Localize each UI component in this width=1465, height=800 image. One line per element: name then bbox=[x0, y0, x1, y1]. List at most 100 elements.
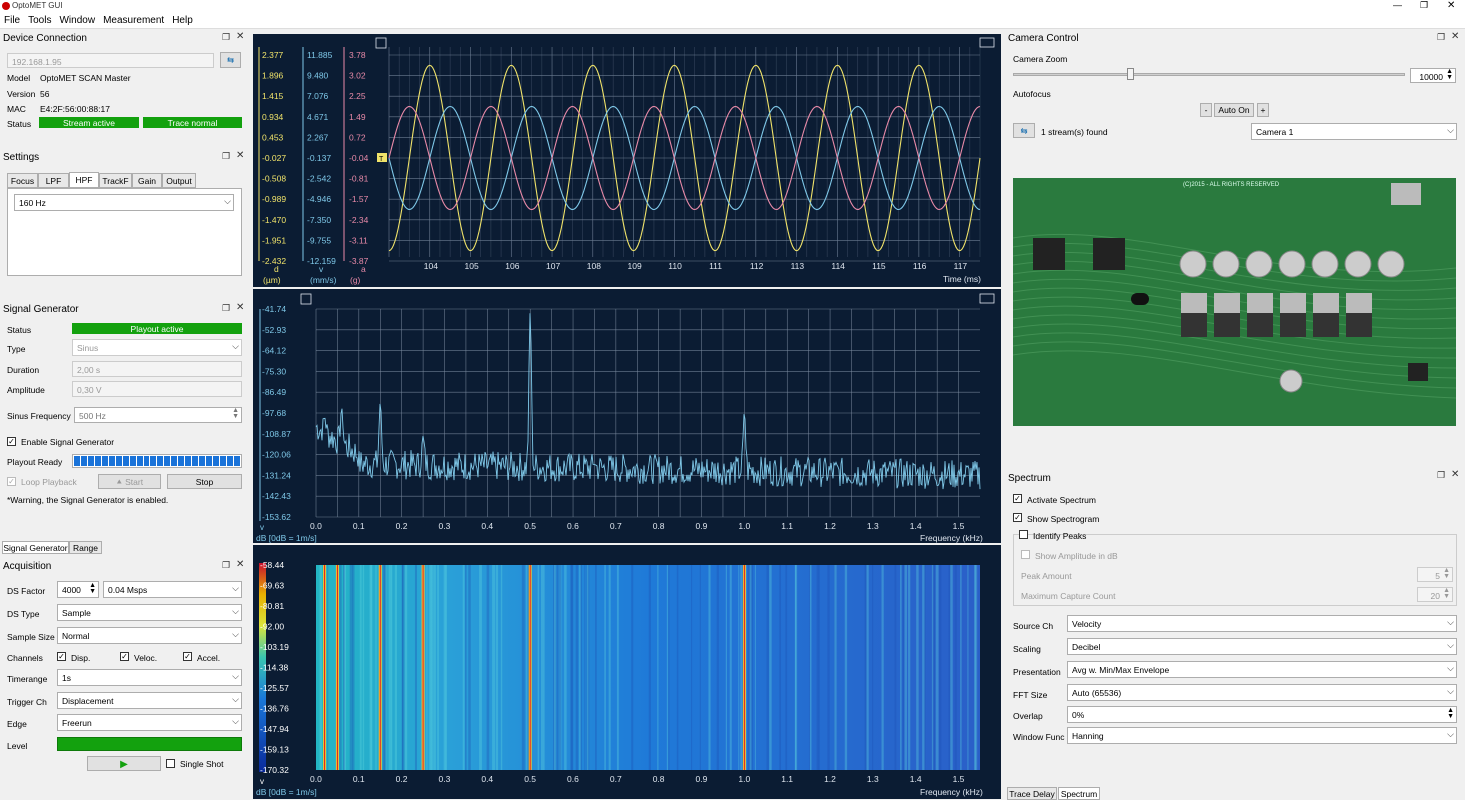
type-select[interactable]: Sinus ⌵ bbox=[72, 339, 242, 356]
close-panel-icon[interactable]: ✕ bbox=[236, 559, 244, 570]
float-icon[interactable]: ❐ bbox=[222, 303, 230, 314]
level-bar[interactable] bbox=[57, 737, 242, 751]
tab-focus[interactable]: Focus bbox=[7, 173, 38, 188]
max-capture-spinbox[interactable]: 20 ▲ ▼ bbox=[1417, 587, 1453, 602]
zoom-slider-handle[interactable] bbox=[1126, 68, 1134, 80]
tab-hpf[interactable]: HPF bbox=[69, 172, 99, 188]
window-func-select[interactable]: Hanning ⌵ bbox=[1067, 727, 1457, 744]
pcb-capacitor bbox=[1212, 250, 1240, 278]
refresh-streams-button[interactable]: ⇆ bbox=[1013, 123, 1035, 138]
pcb-chip bbox=[1408, 363, 1428, 381]
spectrogram-streak bbox=[779, 565, 782, 770]
mac-label: MAC bbox=[7, 104, 26, 114]
zoom-slider-track[interactable] bbox=[1013, 73, 1405, 76]
tab-lpf[interactable]: LPF bbox=[38, 173, 69, 188]
panel-title: Settings bbox=[3, 152, 40, 163]
auto-on-button[interactable]: Auto On bbox=[1214, 103, 1254, 117]
tab-gain[interactable]: Gain bbox=[132, 173, 162, 188]
playout-ready-label: Playout Ready bbox=[7, 457, 63, 467]
spectrogram-streak bbox=[954, 565, 957, 770]
disp-checkbox[interactable]: ✓ bbox=[57, 652, 66, 661]
y-tick-label: -9.755 bbox=[307, 235, 331, 245]
accel-checkbox[interactable]: ✓ bbox=[183, 652, 192, 661]
pcb-heatsink bbox=[1214, 293, 1240, 313]
veloc-checkbox[interactable]: ✓ bbox=[120, 652, 129, 661]
ip-input[interactable]: 192.168.1.95 bbox=[7, 53, 214, 68]
activate-spectrum-checkbox[interactable]: ✓ bbox=[1013, 494, 1022, 503]
sample-size-select[interactable]: Normal ⌵ bbox=[57, 627, 242, 644]
enable-siggen-checkbox[interactable]: ✓ bbox=[7, 437, 16, 446]
float-icon[interactable]: ❐ bbox=[222, 32, 230, 43]
menu-window[interactable]: Window bbox=[55, 13, 99, 28]
single-shot-checkbox[interactable] bbox=[166, 759, 175, 768]
x-tick-label: 0.4 bbox=[481, 521, 493, 531]
spectrogram-streak bbox=[844, 565, 848, 770]
close-panel-icon[interactable]: ✕ bbox=[236, 31, 244, 42]
edge-select[interactable]: Freerun ⌵ bbox=[57, 714, 242, 731]
restore-icon[interactable]: ❐ bbox=[1420, 0, 1428, 11]
spectrogram-streak bbox=[900, 565, 902, 770]
ds-type-select[interactable]: Sample ⌵ bbox=[57, 604, 242, 621]
tab-trace-delay[interactable]: Trace Delay bbox=[1007, 787, 1057, 800]
pcb-capacitor bbox=[1311, 250, 1339, 278]
menu-file[interactable]: File bbox=[0, 13, 24, 28]
stop-button[interactable]: Stop bbox=[167, 474, 242, 489]
start-button[interactable]: ⯅ Start bbox=[98, 474, 161, 489]
zoom-spinbox[interactable]: 10000 ▲ ▼ bbox=[1410, 68, 1456, 83]
source-select[interactable]: Velocity ⌵ bbox=[1067, 615, 1457, 632]
progress-segment bbox=[143, 456, 150, 466]
spectrogram-streak bbox=[908, 565, 911, 770]
tab-trackf[interactable]: TrackF bbox=[99, 173, 132, 188]
spectrogram-streak bbox=[521, 565, 525, 770]
duration-spinbox[interactable]: 2,00 s bbox=[72, 361, 242, 377]
panel-title: Device Connection bbox=[3, 33, 87, 44]
fft-size-select[interactable]: Auto (65536) ⌵ bbox=[1067, 684, 1457, 701]
close-panel-icon[interactable]: ✕ bbox=[1451, 469, 1459, 480]
menu-help[interactable]: Help bbox=[168, 13, 197, 28]
timerange-select[interactable]: 1s ⌵ bbox=[57, 669, 242, 686]
amplitude-spinbox[interactable]: 0,30 V bbox=[72, 381, 242, 397]
focus-minus-button[interactable]: - bbox=[1200, 103, 1212, 117]
float-icon[interactable]: ❐ bbox=[222, 560, 230, 571]
tab-output[interactable]: Output bbox=[162, 173, 196, 188]
axis-name: v bbox=[260, 523, 264, 532]
pcb-mosfet bbox=[1346, 313, 1372, 337]
show-spectrogram-label: Show Spectrogram bbox=[1027, 514, 1100, 524]
overlap-spinbox[interactable]: 0% ▲ ▼ bbox=[1067, 706, 1457, 723]
close-panel-icon[interactable]: ✕ bbox=[1451, 31, 1459, 42]
ds-factor-spinbox[interactable]: 4000 ▲ ▼ bbox=[57, 581, 99, 598]
connect-button[interactable]: ⇆ bbox=[220, 52, 241, 68]
frequency-spinbox[interactable]: 500 Hz ▲ ▼ bbox=[74, 407, 242, 423]
focus-plus-button[interactable]: + bbox=[1257, 103, 1269, 117]
ds-rate-select[interactable]: 0.04 Msps ⌵ bbox=[103, 581, 242, 598]
menu-measurement[interactable]: Measurement bbox=[99, 13, 168, 28]
level-label: Level bbox=[7, 741, 28, 751]
show-amp-checkbox[interactable] bbox=[1021, 550, 1030, 559]
tab-spectrum[interactable]: Spectrum bbox=[1058, 787, 1100, 800]
menu-tools[interactable]: Tools bbox=[24, 13, 55, 28]
float-icon[interactable]: ❐ bbox=[1437, 32, 1445, 43]
loop-playback-checkbox[interactable]: ✓ bbox=[7, 477, 16, 486]
presentation-select[interactable]: Avg w. Min/Max Envelope ⌵ bbox=[1067, 661, 1457, 678]
peak-amount-spinbox[interactable]: 5 ▲ ▼ bbox=[1417, 567, 1453, 582]
float-icon[interactable]: ❐ bbox=[222, 151, 230, 162]
run-button[interactable]: ▶ bbox=[87, 756, 161, 771]
float-icon[interactable]: ❐ bbox=[1437, 470, 1445, 481]
x-tick-label: 1.4 bbox=[910, 521, 922, 531]
minimize-icon[interactable]: — bbox=[1393, 0, 1402, 10]
trigger-value: Displacement bbox=[62, 696, 114, 706]
x-tick-label: 1.1 bbox=[781, 774, 793, 784]
close-panel-icon[interactable]: ✕ bbox=[236, 150, 244, 161]
hpf-select[interactable]: 160 Hz ⌵ bbox=[14, 194, 234, 211]
show-spectrogram-checkbox[interactable]: ✓ bbox=[1013, 513, 1022, 522]
scaling-select[interactable]: Decibel ⌵ bbox=[1067, 638, 1457, 655]
camera-select[interactable]: Camera 1 ⌵ bbox=[1251, 123, 1457, 140]
pcb-capacitor bbox=[1344, 250, 1372, 278]
trigger-select[interactable]: Displacement ⌵ bbox=[57, 692, 242, 709]
tab-signal-generator[interactable]: Signal Generator bbox=[2, 541, 69, 554]
tab-range[interactable]: Range bbox=[69, 541, 102, 554]
close-icon[interactable]: ✕ bbox=[1447, 0, 1455, 11]
close-panel-icon[interactable]: ✕ bbox=[236, 302, 244, 313]
x-tick-label: 0.8 bbox=[653, 521, 665, 531]
identify-peaks-checkbox[interactable] bbox=[1019, 530, 1028, 539]
